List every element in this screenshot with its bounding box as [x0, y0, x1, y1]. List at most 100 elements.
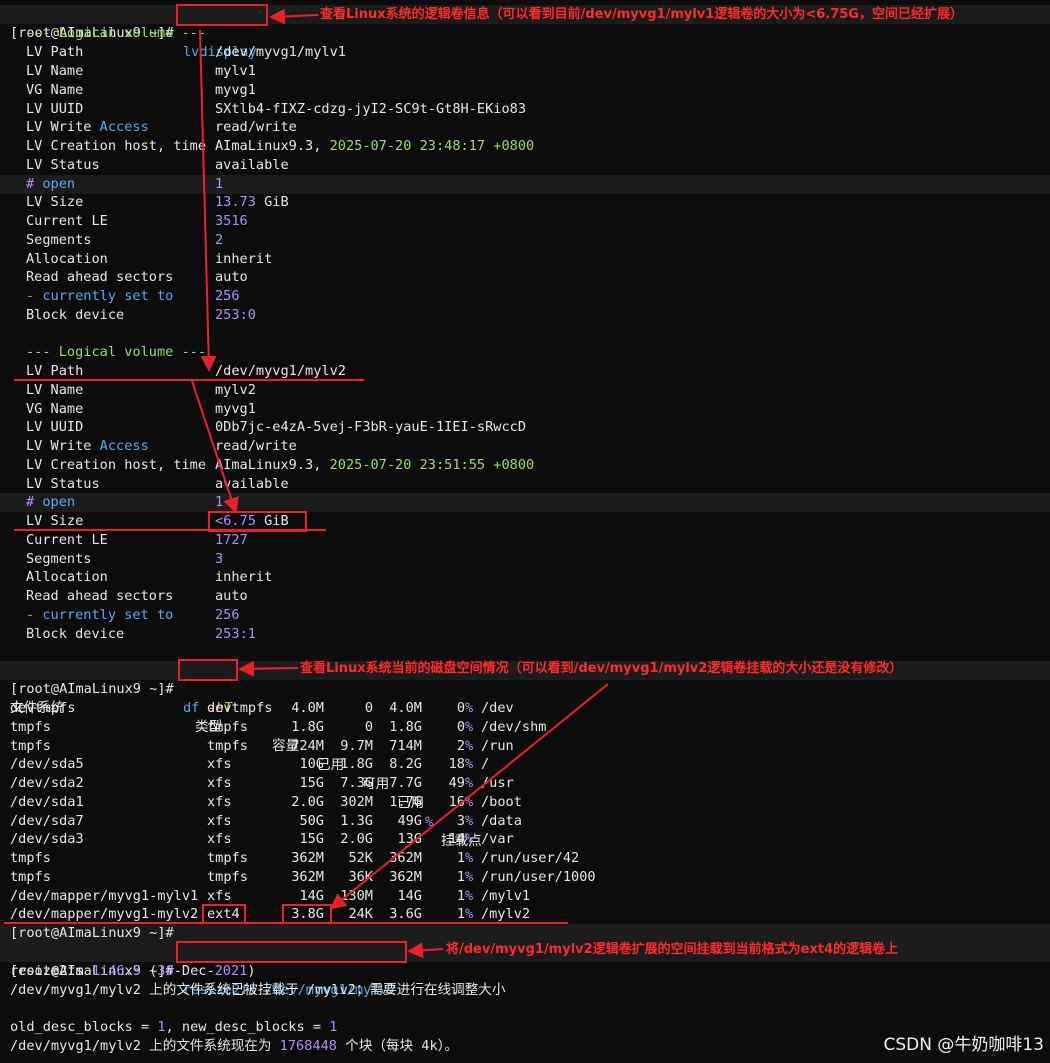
lv1-path-row: LV Path/dev/myvg1/mylv1 [26, 44, 346, 60]
df-percent-sign: % [465, 831, 474, 848]
lv2-allocation-row: Allocation inherit [26, 569, 273, 585]
df-cell: 16 [448, 793, 465, 810]
lv1-name-row: LV Name mylv1 [26, 63, 256, 79]
df-cell: 10G [299, 756, 324, 773]
df-cell: 2.0G [340, 831, 373, 848]
highlight-box-lvdisplay [176, 4, 268, 26]
df-cell: /run [481, 737, 514, 754]
df-cell: 362M [291, 868, 324, 885]
df-table-row: /dev/sda5 xfs 10G 1.8G 8.2G 18% / [0, 755, 1050, 774]
df-cell: 14G [397, 887, 422, 904]
df-cell: 0 [456, 718, 465, 735]
df-cell: devtmpfs [207, 700, 273, 716]
df-percent-sign: % [465, 868, 474, 885]
lv1-access-row: LV Write Access read/write [26, 119, 297, 135]
df-percent-sign: % [465, 718, 474, 735]
df-cell: tmpfs [207, 737, 248, 754]
df-cell: /usr [481, 775, 514, 791]
df-table-row: tmpfs tmpfs 362M 52K 362M 1% /run/user/42 [0, 849, 1050, 868]
highlight-box-resize2fs [176, 941, 407, 963]
df-table-row: /dev/sda3 xfs 15G 2.0G 13G 14% /var [0, 830, 1050, 849]
df-cell: /var [481, 831, 514, 848]
df-cell: 14G [299, 887, 324, 904]
df-cell: 130M [340, 887, 373, 904]
df-cell: 2 [456, 737, 465, 754]
lv2-creation-row: LV Creation host, time AImaLinux9.3, 2025… [26, 457, 535, 473]
df-cell: 52K [348, 850, 373, 866]
df-cell: tmpfs [10, 868, 51, 885]
df-cell: /dev/sda2 [10, 775, 84, 791]
df-cell: tmpfs [10, 718, 51, 735]
lv2-block-row: Block device 253:1 [26, 626, 256, 642]
df-cell: 36K [348, 868, 373, 885]
df-cell: 1.8G [340, 756, 373, 773]
df-cell: 1.8G [291, 718, 324, 735]
underline-lv2-size [14, 529, 326, 531]
df-cell: 4.0M [291, 700, 324, 716]
lv2-segments-row: Segments 3 [26, 551, 224, 567]
annotation-lvdisplay: 查看Linux系统的逻辑卷信息（可以看到目前/dev/myvg1/mylv1逻辑… [320, 7, 963, 22]
df-cell: 1 [456, 868, 465, 885]
df-percent-sign: % [465, 700, 474, 716]
df-cell: 1.7G [389, 793, 422, 810]
resize-output-mounted: /dev/myvg1/mylv2 上的文件系统已被挂载于 /mylv2；需要进行… [10, 982, 506, 998]
df-cell: /data [481, 812, 522, 829]
df-cell: 0 [364, 700, 373, 716]
df-cell: 49G [397, 812, 422, 829]
df-cell: 362M [389, 868, 422, 885]
lv1-allocation-row: Allocation inherit [26, 251, 273, 267]
df-cell: xfs [207, 793, 232, 810]
lv2-vg-row: VG Name myvg1 [26, 401, 256, 417]
df-cell: tmpfs [207, 718, 248, 735]
df-cell: 7.7G [389, 775, 422, 791]
df-cell: /run/user/42 [481, 850, 580, 866]
df-cell: tmpfs [207, 850, 248, 866]
df-cell: xfs [207, 831, 232, 848]
highlight-box-ext4 [202, 904, 246, 924]
df-table-row: tmpfs tmpfs 724M 9.7M 714M 2% /run [0, 737, 1050, 756]
df-cell: 3 [456, 812, 465, 829]
df-cell: / [481, 756, 490, 773]
lv1-header: --- Logical volume --- [26, 25, 207, 41]
df-percent-sign: % [465, 812, 474, 829]
lv1-vg-row: VG Name myvg1 [26, 82, 256, 98]
lv1-status-row: LV Status available [26, 157, 289, 173]
df-cell: 15G [299, 831, 324, 848]
df-cell: 15G [299, 775, 324, 791]
lv1-currently-row: - currently set to 256 [26, 288, 240, 304]
df-cell: /dev/sda3 [10, 831, 84, 848]
df-cell: /run/user/1000 [481, 868, 596, 885]
df-cell: 8.2G [389, 756, 422, 773]
df-cell: 13G [397, 831, 422, 848]
df-cell: 362M [389, 850, 422, 866]
lv1-segments-row: Segments 2 [26, 232, 224, 248]
df-cell: 1 [456, 850, 465, 866]
lv2-currently-row: - currently set to 256 [26, 607, 240, 623]
df-table-row: /dev/sda2 xfs 15G 7.3G 7.7G 49% /usr [0, 774, 1050, 793]
df-cell: 0 [364, 718, 373, 735]
df-cell: xfs [207, 775, 232, 791]
df-cell: 1.3G [340, 812, 373, 829]
df-cell: xfs [207, 812, 232, 829]
df-cell: 50G [299, 812, 324, 829]
df-percent-sign: % [465, 775, 474, 791]
df-cell: 724M [291, 737, 324, 754]
df-table-row: /dev/sda7 xfs 50G 1.3G 49G 3% /data [0, 812, 1050, 831]
lv2-le-row: Current LE 1727 [26, 532, 248, 548]
df-cell: tmpfs [10, 737, 51, 754]
terminal-window[interactable]: [root@AImaLinux9 ~]# lvdisplay --- Logic… [0, 0, 1050, 1063]
df-cell: /dev/sda7 [10, 812, 84, 829]
df-cell: xfs [207, 756, 232, 773]
lv1-block-row: Block device 253:0 [26, 307, 256, 323]
watermark: CSDN @牛奶咖啡13 [883, 1035, 1044, 1055]
df-cell: 49 [448, 775, 465, 791]
df-cell: 362M [291, 850, 324, 866]
lv2-status-row: LV Status available [26, 476, 289, 492]
underline-lv2-path [14, 379, 364, 381]
df-cell: /mylv1 [481, 887, 531, 904]
lv1-readahead-row: Read ahead sectors auto [26, 269, 248, 285]
df-cell: 1.8G [389, 718, 422, 735]
underline-mylv2-row [4, 922, 568, 924]
df-cell: 9.7M [340, 737, 373, 754]
df-table-row: tmpfs tmpfs 362M 36K 362M 1% /run/user/1000 [0, 868, 1050, 887]
